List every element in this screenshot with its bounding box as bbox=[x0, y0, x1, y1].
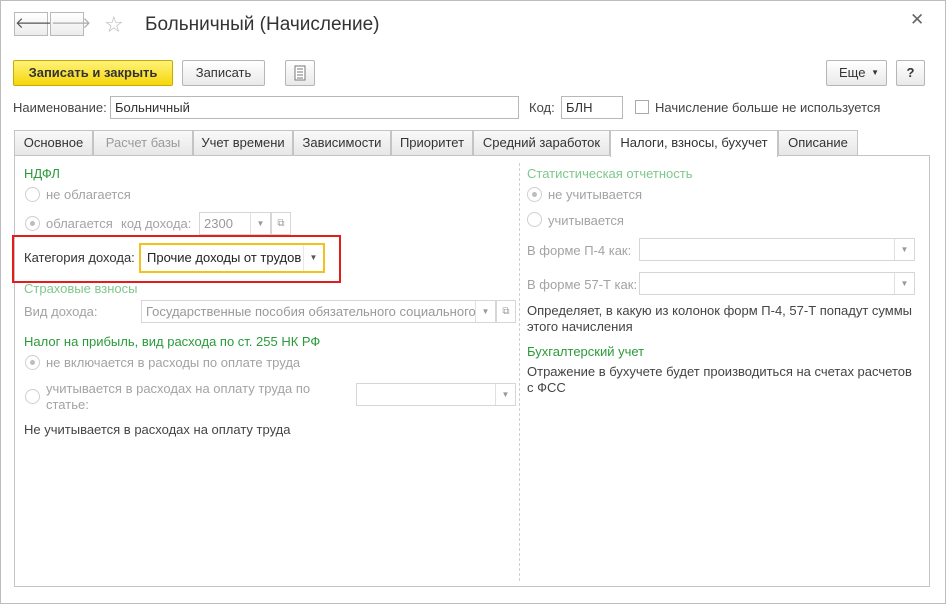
included-label-line2: статье: bbox=[46, 397, 89, 412]
accounting-text-line2: с ФСС bbox=[527, 380, 566, 395]
open-income-type-button[interactable]: ⧉ bbox=[496, 300, 516, 323]
help-button[interactable]: ? bbox=[896, 60, 925, 86]
not-counted-radio[interactable] bbox=[527, 187, 542, 202]
profit-tax-note: Не учитывается в расходах на оплату труд… bbox=[24, 422, 291, 437]
code-input[interactable]: БЛН bbox=[561, 96, 623, 119]
unused-checkbox[interactable] bbox=[635, 100, 649, 114]
income-type-label: Вид дохода: bbox=[24, 304, 98, 319]
favorite-star-icon[interactable]: ☆ bbox=[104, 12, 124, 38]
counted-radio[interactable] bbox=[527, 212, 542, 227]
tab-average-earnings[interactable]: Средний заработок bbox=[473, 130, 610, 156]
counted-label: учитывается bbox=[548, 213, 624, 228]
expense-article-select[interactable]: ▼ bbox=[356, 383, 516, 406]
forward-button[interactable]: 🡒 bbox=[50, 12, 91, 36]
income-code-select[interactable]: 2300 ▼ bbox=[199, 212, 271, 235]
chevron-down-icon: ▼ bbox=[894, 239, 914, 260]
accounting-title: Бухгалтерский учет bbox=[527, 344, 645, 359]
save-and-close-button[interactable]: Записать и закрыть bbox=[13, 60, 173, 86]
ndfl-title: НДФЛ bbox=[24, 166, 60, 181]
not-included-label: не включается в расходы по оплате труда bbox=[46, 355, 301, 370]
tab-taxes[interactable]: Налоги, взносы, бухучет bbox=[610, 130, 778, 157]
open-link-icon: ⧉ bbox=[277, 218, 285, 229]
name-input[interactable]: Больничный bbox=[110, 96, 519, 119]
income-category-value: Прочие доходы от трудов bbox=[147, 250, 302, 265]
income-category-label: Категория дохода: bbox=[24, 250, 135, 265]
income-code-value: 2300 bbox=[204, 216, 233, 231]
tab-main[interactable]: Основное bbox=[14, 130, 93, 156]
stats-description-line1: Определяет, в какую из колонок форм П-4,… bbox=[527, 303, 913, 318]
accounting-text-line1: Отражение в бухучете будет производиться… bbox=[527, 364, 912, 379]
column-divider bbox=[519, 163, 520, 581]
close-icon[interactable]: ✕ bbox=[910, 10, 924, 30]
chevron-down-icon: ▼ bbox=[495, 384, 515, 405]
not-taxed-label: не облагается bbox=[46, 187, 131, 202]
more-label: Еще bbox=[839, 65, 866, 80]
taxed-label: облагается bbox=[46, 216, 113, 231]
window-title: Больничный (Начисление) bbox=[145, 14, 380, 35]
document-list-button[interactable] bbox=[285, 60, 315, 86]
chevron-down-icon: ▼ bbox=[894, 273, 914, 294]
stats-title: Статистическая отчетность bbox=[527, 166, 693, 181]
income-type-select[interactable]: Государственные пособия обязательного со… bbox=[141, 300, 496, 323]
included-radio[interactable] bbox=[25, 389, 40, 404]
back-button[interactable]: 🡐 bbox=[14, 12, 55, 36]
profit-tax-title: Налог на прибыль, вид расхода по ст. 255… bbox=[24, 334, 321, 349]
tab-dependencies[interactable]: Зависимости bbox=[293, 130, 391, 156]
tab-priority[interactable]: Приоритет bbox=[391, 130, 473, 156]
name-label: Наименование: bbox=[13, 100, 107, 115]
chevron-down-icon: ▼ bbox=[871, 68, 879, 77]
chevron-down-icon: ▼ bbox=[303, 245, 323, 271]
p4-label: В форме П-4 как: bbox=[527, 243, 632, 258]
taxed-radio[interactable] bbox=[25, 216, 40, 231]
arrow-right-icon: 🡒 bbox=[51, 15, 92, 32]
income-category-select[interactable]: Прочие доходы от трудов ▼ bbox=[139, 243, 325, 273]
p4-select[interactable]: ▼ bbox=[639, 238, 915, 261]
document-list-icon bbox=[294, 65, 306, 81]
chevron-down-icon: ▼ bbox=[250, 213, 270, 234]
open-link-icon: ⧉ bbox=[502, 306, 510, 317]
insurance-title: Страховые взносы bbox=[24, 281, 138, 296]
chevron-down-icon: ▼ bbox=[475, 301, 495, 322]
more-button[interactable]: Еще ▼ bbox=[826, 60, 887, 86]
t57-select[interactable]: ▼ bbox=[639, 272, 915, 295]
included-label-line1: учитывается в расходах на оплату труда п… bbox=[46, 381, 311, 396]
unused-label: Начисление больше не используется bbox=[655, 100, 881, 115]
t57-label: В форме 57-Т как: bbox=[527, 277, 638, 292]
stats-description-line2: этого начисления bbox=[527, 319, 633, 334]
code-label: Код: bbox=[529, 100, 555, 115]
tab-base-calculation[interactable]: Расчет базы bbox=[93, 130, 193, 156]
tab-time-tracking[interactable]: Учет времени bbox=[193, 130, 293, 156]
not-taxed-radio[interactable] bbox=[25, 187, 40, 202]
not-counted-label: не учитывается bbox=[548, 187, 642, 202]
not-included-radio[interactable] bbox=[25, 355, 40, 370]
save-button[interactable]: Записать bbox=[182, 60, 265, 86]
tab-description[interactable]: Описание bbox=[778, 130, 858, 156]
income-code-label: код дохода: bbox=[121, 216, 192, 231]
open-income-code-button[interactable]: ⧉ bbox=[271, 212, 291, 235]
income-type-value: Государственные пособия обязательного со… bbox=[146, 304, 476, 319]
